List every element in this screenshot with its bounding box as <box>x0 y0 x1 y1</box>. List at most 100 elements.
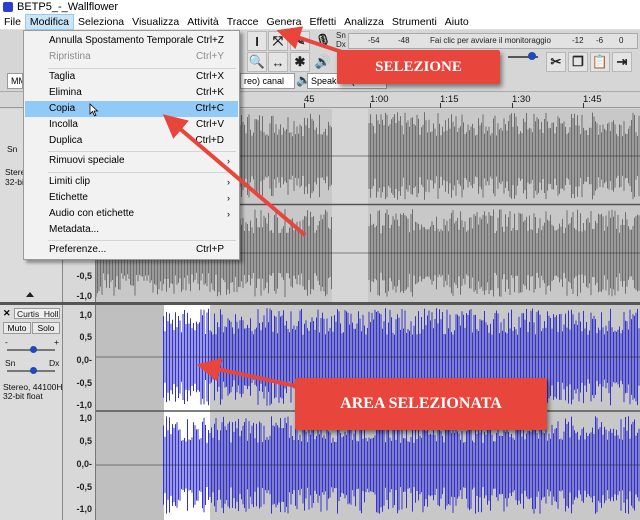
track2-pan-knob[interactable] <box>30 367 37 374</box>
track2-scale-label: 0,5 <box>79 436 92 446</box>
meter-tick-0: 0 <box>619 36 624 45</box>
menu-file[interactable]: File <box>0 14 25 30</box>
track2-scale-label: 0,0- <box>76 355 92 365</box>
menu-item-labeled-audio[interactable]: Audio con etichette › <box>25 206 238 222</box>
menu-separator <box>48 151 236 152</box>
menu-item-preferences[interactable]: Preferenze... Ctrl+P <box>25 242 238 258</box>
track2-mute-button[interactable]: Muto <box>3 322 31 334</box>
title-bar: BETP5_-_Wallflower <box>0 0 640 14</box>
menu-item-paste[interactable]: Incolla Ctrl+V <box>25 117 238 133</box>
menu-bar: File Modifica Seleziona Visualizza Attiv… <box>0 13 640 30</box>
submenu-arrow-icon: › <box>227 177 230 187</box>
track1-scale-label: -1,0 <box>76 291 92 301</box>
menu-item-labels[interactable]: Etichette › <box>25 190 238 206</box>
track2-close-icon[interactable]: ✕ <box>3 308 11 319</box>
menu-item-label: Incolla <box>49 119 78 130</box>
menu-analizza[interactable]: Analizza <box>340 14 388 30</box>
menu-item-remove-special[interactable]: Rimuovi speciale › <box>25 153 238 169</box>
menu-seleziona[interactable]: Seleziona <box>74 14 128 30</box>
track2-scale-label: -1,0 <box>76 504 92 514</box>
menu-item-metadata[interactable]: Metadata... <box>25 222 238 238</box>
submenu-arrow-icon: › <box>227 156 230 166</box>
menu-item-label: Metadata... <box>49 224 100 235</box>
timeshift-tool-icon[interactable]: ↔ <box>268 52 288 72</box>
track2-control-panel[interactable]: ✕ Curtis_Hollan Muto Solo - + Sn Dx Ster… <box>0 305 67 520</box>
track1-gap-region <box>332 109 368 302</box>
track2-scale-label: 0,5 <box>79 332 92 342</box>
timeline-label: 1:30 <box>512 94 531 105</box>
cut-icon[interactable]: ✂ <box>546 52 566 72</box>
audacity-window: BETP5_-_Wallflower File Modifica Selezio… <box>0 0 640 520</box>
callout-area-selezionata: AREA SELEZIONATA <box>295 378 547 430</box>
menu-separator <box>48 172 236 173</box>
copy-icon[interactable]: ❐ <box>568 52 588 72</box>
menu-item-shortcut: Ctrl+D <box>195 135 224 146</box>
timeline-label: 45 <box>304 94 315 105</box>
menu-genera[interactable]: Genera <box>262 14 305 30</box>
menu-item-label: Annulla Spostamento Temporale <box>49 35 194 46</box>
menu-aiuto[interactable]: Aiuto <box>441 14 473 30</box>
trim-icon[interactable]: ⇥ <box>612 52 632 72</box>
menu-visualizza[interactable]: Visualizza <box>128 14 183 30</box>
playback-speed-knob[interactable] <box>528 52 536 60</box>
meter-tick-6: -6 <box>596 36 604 45</box>
audacity-app-icon <box>3 2 13 12</box>
track2-scale-label: 1,0 <box>79 310 92 320</box>
menu-item-label: Etichette <box>49 192 88 203</box>
timeline-tick <box>440 103 441 108</box>
paste-icon[interactable]: 📋 <box>590 52 610 72</box>
track2-empty-region <box>96 305 164 520</box>
selection-tool-icon[interactable]: I <box>247 31 267 51</box>
record-meter-mic-icon[interactable]: 🎙 <box>313 31 333 51</box>
track1-collapse-icon[interactable] <box>26 292 34 297</box>
track1-scale-label: -0,5 <box>76 271 92 281</box>
menu-item-cut[interactable]: Taglia Ctrl+X <box>25 69 238 85</box>
mouse-cursor-icon <box>89 103 99 117</box>
menu-item-delete[interactable]: Elimina Ctrl+K <box>25 85 238 101</box>
timeline-tick <box>304 103 305 108</box>
zoom-tool-icon[interactable]: 🔍 <box>247 52 267 72</box>
track2-scale-label: -0,5 <box>76 378 92 388</box>
multi-tool-icon[interactable]: ✱ <box>290 52 310 72</box>
track2-scale-label: -1,0 <box>76 400 92 410</box>
draw-tool-icon[interactable]: ✎ <box>290 31 310 51</box>
track2-gain-minus: - <box>5 337 8 347</box>
audio-host-dropdown[interactable]: MM <box>7 73 23 89</box>
track2-name-button[interactable]: Curtis_Hollan <box>14 308 60 319</box>
menu-item-redo[interactable]: Ripristina Ctrl+Y <box>25 49 238 65</box>
menu-strumenti[interactable]: Strumenti <box>388 14 441 30</box>
menu-item-undo[interactable]: Annulla Spostamento Temporale Ctrl+Z <box>25 33 238 49</box>
submenu-arrow-icon: › <box>227 193 230 203</box>
timeline-tick <box>512 103 513 108</box>
submenu-arrow-icon: › <box>227 209 230 219</box>
meter-tick-54: -54 <box>368 36 380 45</box>
track2-gain-knob[interactable] <box>30 346 37 353</box>
track2-solo-button[interactable]: Solo <box>32 322 60 334</box>
timeline-label: 1:00 <box>370 94 389 105</box>
track2-scale-label: 0,0- <box>76 459 92 469</box>
menu-modifica[interactable]: Modifica <box>24 13 75 30</box>
envelope-tool-icon[interactable]: ⤧ <box>268 31 288 51</box>
menu-item-shortcut: Ctrl+Z <box>196 35 225 46</box>
menu-effetti[interactable]: Effetti <box>306 14 341 30</box>
menu-attivita[interactable]: Attività <box>183 14 223 30</box>
timeline-tick <box>370 103 371 108</box>
menu-item-copy[interactable]: Copia Ctrl+C <box>25 101 238 117</box>
menu-item-label: Rimuovi speciale <box>49 155 125 166</box>
timeline-tick <box>583 103 584 108</box>
menu-item-shortcut: Ctrl+V <box>195 119 224 130</box>
meter-hint[interactable]: Fai clic per avviare il monitoraggio <box>430 36 551 45</box>
menu-item-label: Ripristina <box>49 51 91 62</box>
menu-item-label: Taglia <box>49 71 76 82</box>
edit-menu-dropdown: Annulla Spostamento Temporale Ctrl+Z Ripr… <box>23 30 240 260</box>
menu-item-duplicate[interactable]: Duplica Ctrl+D <box>25 133 238 149</box>
track2-bitdepth-label: 32-bit float <box>3 391 43 401</box>
menu-tracce[interactable]: Tracce <box>223 14 263 30</box>
speaker-icon: 🔈 <box>296 73 311 87</box>
track2-gain-plus: + <box>54 337 59 347</box>
menu-item-clip-boundaries[interactable]: Limiti clip › <box>25 174 238 190</box>
playback-meter-speaker-icon[interactable]: 🔊 <box>313 52 333 72</box>
meter-tick-12: -12 <box>572 36 584 45</box>
track2-pan-right-label: Dx <box>49 358 60 368</box>
channel-dropdown[interactable]: reo) canal <box>240 73 295 89</box>
